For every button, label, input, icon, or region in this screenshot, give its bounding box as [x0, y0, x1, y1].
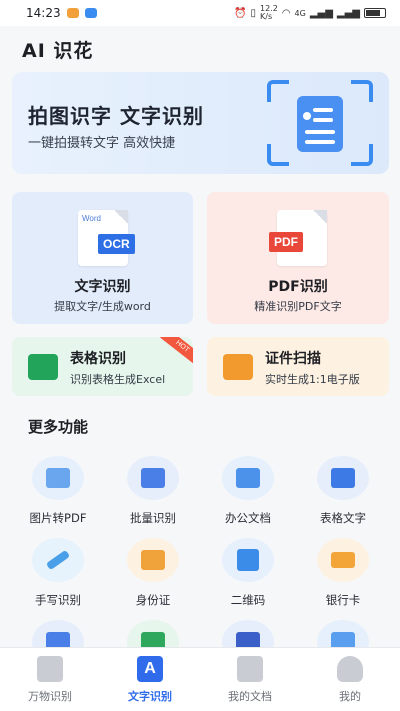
tab-label: 万物识别	[28, 690, 72, 703]
pdf-recognition-title: PDF识别	[268, 279, 328, 295]
text-recognition-subtitle: 提取文字/生成word	[54, 300, 151, 313]
id-card-icon	[223, 354, 253, 380]
app-title: AI 识花	[22, 40, 94, 62]
feature-bank-card[interactable]: 银行卡	[296, 538, 390, 608]
signal-icon: ▂▄▆	[309, 7, 333, 19]
status-left: 14:23	[26, 6, 97, 20]
feature-image-to-pdf[interactable]: 图片转PDF	[11, 456, 105, 526]
feature-table-text[interactable]: 表格文字	[296, 456, 390, 526]
id-scan-card[interactable]: 证件扫描 实时生成1:1电子版	[207, 337, 389, 396]
status-bar: 14:23 ⏰ ▯ 12.2 K/s ◠ 4G ▂▄▆ ▂▄▆	[0, 0, 400, 26]
wifi-icon: ◠	[281, 7, 291, 19]
pdf-icon-tag: PDF	[269, 232, 303, 252]
bank-card-icon	[317, 538, 369, 582]
table-recognition-card[interactable]: 表格识别 识别表格生成Excel HOT	[12, 337, 193, 396]
text-recognition-title: 文字识别	[74, 279, 131, 295]
table-text-icon	[317, 456, 369, 500]
id-card-icon	[127, 538, 179, 582]
text-a-icon: A	[137, 656, 163, 682]
feature-label: 图片转PDF	[29, 511, 87, 525]
id-scan-subtitle: 实时生成1:1电子版	[265, 373, 360, 386]
batch-scan-icon	[127, 456, 179, 500]
tab-label: 我的文档	[228, 690, 272, 703]
status-time: 14:23	[26, 6, 61, 20]
office-doc-icon	[222, 456, 274, 500]
tab-text-recognition[interactable]: A 文字识别	[100, 656, 200, 704]
pdf-recognition-subtitle: 精准识别PDF文字	[254, 300, 342, 313]
id-scan-title: 证件扫描	[265, 351, 321, 367]
feature-label: 身份证	[135, 593, 171, 607]
feature-id-card[interactable]: 身份证	[106, 538, 200, 608]
feature-qr-code[interactable]: 二维码	[201, 538, 295, 608]
feature-label: 批量识别	[130, 511, 176, 525]
vibrate-icon: ▯	[250, 7, 256, 19]
battery-icon	[364, 8, 386, 18]
pdf-recognition-card[interactable]: PDF PDF识别 精准识别PDF文字	[207, 192, 389, 324]
word-icon-label: Word	[82, 214, 101, 223]
feature-label: 办公文档	[225, 511, 271, 525]
feature-label: 银行卡	[325, 593, 361, 607]
feature-handwriting[interactable]: 手写识别	[11, 538, 105, 608]
signal-type: 4G	[294, 8, 306, 18]
alarm-icon: ⏰	[234, 7, 247, 19]
ocr-icon-tag: OCR	[98, 234, 135, 254]
image-pdf-icon	[32, 456, 84, 500]
banner-subtitle: 一键拍摄转文字 高效快捷	[28, 136, 176, 151]
feature-label: 二维码	[230, 593, 266, 607]
tab-label: 我的	[339, 690, 361, 703]
signal-icon-2: ▂▄▆	[336, 7, 360, 19]
document-icon	[237, 656, 263, 682]
feature-office-docs[interactable]: 办公文档	[201, 456, 295, 526]
tab-label: 文字识别	[128, 690, 172, 703]
feature-batch-recognition[interactable]: 批量识别	[106, 456, 200, 526]
tab-me[interactable]: 我的	[300, 656, 400, 704]
excel-icon	[28, 354, 58, 380]
message-icon	[84, 8, 97, 18]
text-recognition-card[interactable]: Word OCR 文字识别 提取文字/生成word	[12, 192, 193, 324]
status-right: ⏰ ▯ 12.2 K/s ◠ 4G ▂▄▆ ▂▄▆	[234, 5, 386, 21]
hot-badge: HOT	[160, 337, 193, 366]
banner-title: 拍图识字 文字识别	[28, 104, 204, 128]
tab-universal-recognition[interactable]: 万物识别	[0, 656, 100, 704]
pen-icon	[32, 538, 84, 582]
pdf-file-icon: PDF	[269, 210, 327, 266]
scan-document-icon	[267, 80, 373, 166]
feature-label: 表格文字	[320, 511, 366, 525]
feature-label: 手写识别	[35, 593, 81, 607]
user-icon	[337, 656, 363, 682]
banner[interactable]: 拍图识字 文字识别 一键拍摄转文字 高效快捷	[12, 72, 389, 174]
table-recognition-title: 表格识别	[70, 351, 126, 367]
qr-code-icon	[222, 538, 274, 582]
word-ocr-icon: Word OCR	[78, 210, 135, 266]
tab-my-documents[interactable]: 我的文档	[200, 656, 300, 704]
table-recognition-subtitle: 识别表格生成Excel	[70, 373, 166, 386]
more-features-title: 更多功能	[28, 418, 89, 436]
notification-icon	[66, 8, 79, 18]
bottom-tab-bar: 万物识别 A 文字识别 我的文档 我的	[0, 647, 400, 711]
image-icon	[37, 656, 63, 682]
net-speed: 12.2 K/s	[260, 4, 278, 21]
